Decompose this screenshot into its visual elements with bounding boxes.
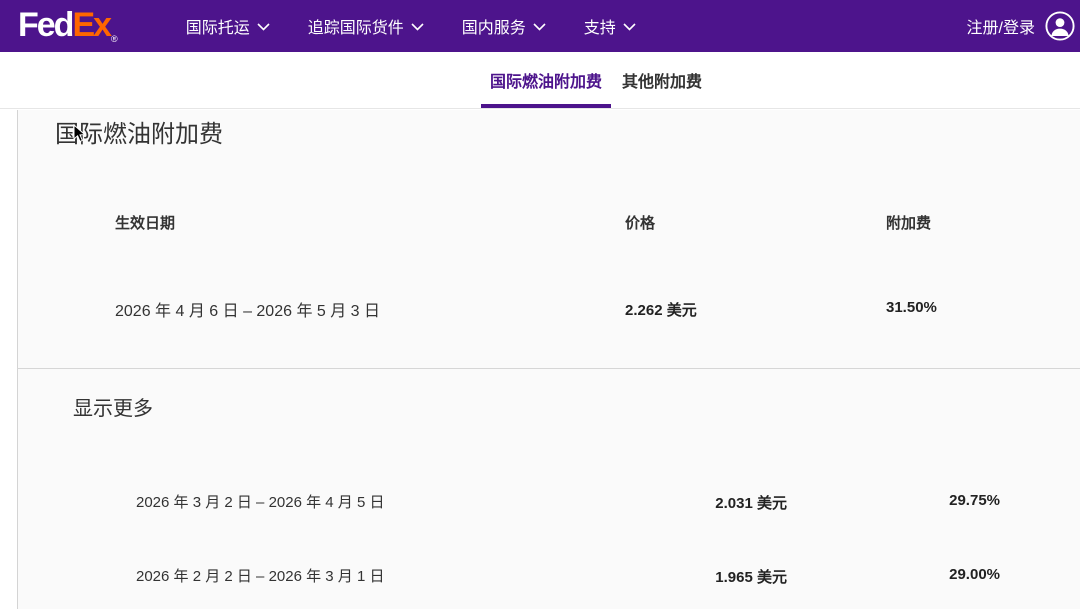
history-row-price: 1.965 美元 [600, 566, 787, 587]
surcharge-tabbar: 国际燃油附加费 其他附加费 [0, 52, 1080, 109]
history-row-price: 2.031 美元 [600, 492, 787, 513]
nav-item-international-shipping[interactable]: 国际托运 [186, 14, 270, 38]
current-row-date: 2026 年 4 月 6 日 – 2026 年 5 月 3 日 [115, 297, 380, 321]
nav-item-label: 追踪国际货件 [308, 14, 404, 38]
col-header-surcharge: 附加费 [886, 212, 931, 233]
nav-item-label: 国内服务 [462, 14, 526, 38]
chevron-down-icon [623, 23, 636, 31]
fedex-logo[interactable]: FedEx® [18, 8, 118, 44]
chevron-down-icon [411, 23, 424, 31]
history-row-surcharge: 29.00% [900, 566, 1000, 583]
logo-ex-text: Ex [72, 6, 110, 44]
page-title: 国际燃油附加费 [55, 114, 223, 149]
nav-item-track-international-shipment[interactable]: 追踪国际货件 [308, 14, 424, 38]
section-divider [17, 368, 1080, 369]
chevron-down-icon [533, 23, 546, 31]
nav-item-label: 国际托运 [186, 14, 250, 38]
registered-mark: ® [111, 34, 118, 44]
nav-item-support[interactable]: 支持 [584, 14, 636, 38]
nav-item-label: 支持 [584, 14, 616, 38]
user-account-icon[interactable] [1044, 10, 1076, 42]
logo-fed-text: Fed [18, 6, 72, 44]
col-header-price: 价格 [625, 212, 655, 233]
register-login-link[interactable]: 注册/登录 [967, 14, 1035, 38]
chevron-down-icon [257, 23, 270, 31]
tab-international-fuel-surcharge[interactable]: 国际燃油附加费 [481, 52, 611, 108]
surcharge-card [17, 110, 1080, 609]
nav-item-domestic-services[interactable]: 国内服务 [462, 14, 546, 38]
current-row-price: 2.262 美元 [625, 299, 697, 320]
current-row-surcharge: 31.50% [886, 299, 937, 316]
top-navbar: FedEx® 国际托运 追踪国际货件 国内服务 支持 注册/登录 [0, 0, 1080, 52]
history-row-date: 2026 年 2 月 2 日 – 2026 年 3 月 1 日 [136, 565, 384, 586]
content-area: 国际燃油附加费 生效日期 价格 附加费 2026 年 4 月 6 日 – 202… [0, 110, 1080, 609]
history-row-date: 2026 年 3 月 2 日 – 2026 年 4 月 5 日 [136, 491, 384, 512]
history-row-surcharge: 29.75% [900, 492, 1000, 509]
nav-menu: 国际托运 追踪国际货件 国内服务 支持 [186, 14, 636, 38]
tab-other-surcharges[interactable]: 其他附加费 [613, 52, 711, 108]
page: FedEx® 国际托运 追踪国际货件 国内服务 支持 注册/登录 [0, 0, 1080, 609]
col-header-effective-date: 生效日期 [115, 212, 175, 233]
navbar-right: 注册/登录 [967, 10, 1076, 42]
show-more-toggle[interactable]: 显示更多 [73, 392, 153, 421]
